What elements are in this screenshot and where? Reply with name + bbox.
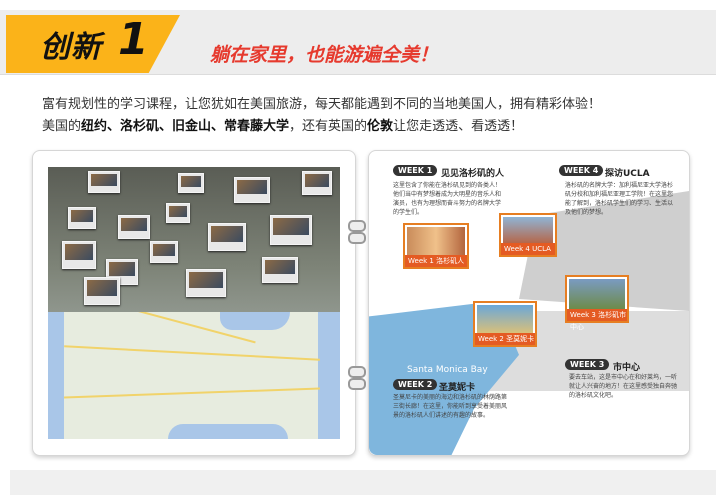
week-4-tag: WEEK 4 <box>559 165 604 176</box>
video-thumb <box>234 177 270 203</box>
east-coast-water <box>318 312 340 439</box>
week-4-photo-label: Week 4 UCLA <box>501 243 555 255</box>
intro-suffix: 让您走透透、看透透！ <box>393 119 524 134</box>
video-thumb <box>208 223 246 251</box>
video-thumb <box>62 241 96 269</box>
week-2-title: 圣莫妮卡 <box>439 383 476 393</box>
intro-mid: ，还有英国的 <box>289 119 368 134</box>
week-4-photo-image <box>503 217 553 243</box>
video-thumb <box>270 215 312 245</box>
week-3-title: 市中心 <box>613 363 641 373</box>
week-1-text: 这里包含了你能在洛杉矶见到的各类人！他们当中有梦想着成为大明星的音乐人和演员，也… <box>393 182 502 216</box>
week-2-photo-image <box>477 305 533 333</box>
week-2-text: 圣莫尼卡的美丽的海边和洛杉矶的林荫路第三街长廊！在这里，你能听到享受着美丽风景的… <box>393 394 508 419</box>
week-2-photo: Week 2 圣莫妮卡 <box>473 301 537 347</box>
week-3-photo-label: Week 3 洛杉矶市中心 <box>567 309 627 331</box>
week-4-title: 探访UCLA <box>605 169 650 179</box>
week-3-text: 要去车站，这是市中心在和好莱坞，一听就让人兴奋的地方！在这里感受独自奔驰的洛杉矶… <box>569 374 678 399</box>
bottom-bar <box>10 470 716 495</box>
highway <box>64 345 320 361</box>
la-map: Santa Monica Bay WEEK 1 见见洛杉矶的人 这里包含了你能在… <box>369 151 689 455</box>
week-2-tag: WEEK 2 <box>393 379 438 390</box>
intro-line-2: 美国的纽约、洛杉矶、旧金山、常春藤大学，还有英国的伦敦让您走透透、看透透！ <box>42 116 601 138</box>
la-map-panel: Santa Monica Bay WEEK 1 见见洛杉矶的人 这里包含了你能在… <box>368 150 690 456</box>
week-3-photo-image <box>569 279 625 309</box>
video-wall-image <box>48 167 340 312</box>
video-thumb <box>150 241 178 263</box>
week-1-title: 见见洛杉矶的人 <box>441 169 505 179</box>
week-4-photo: Week 4 UCLA <box>499 213 557 257</box>
great-lakes <box>220 312 290 330</box>
intro-line-1: 富有规划性的学习课程，让您犹如在美国旅游，每天都能遇到不同的当地美国人，拥有精彩… <box>42 97 602 112</box>
video-thumb <box>186 269 226 297</box>
video-thumb <box>68 207 96 229</box>
sea-label: Santa Monica Bay <box>407 365 488 375</box>
binder-ring <box>348 220 366 232</box>
gulf-water <box>168 424 288 439</box>
video-thumb <box>302 171 332 195</box>
us-map-image <box>48 312 340 439</box>
headline: 躺在家里，也能游遍全美！ <box>210 44 439 66</box>
badge-number: 1 <box>118 14 149 65</box>
intro-london: 伦敦 <box>367 119 394 134</box>
binder-ring <box>348 232 366 244</box>
week-3-photo: Week 3 洛杉矶市中心 <box>565 275 629 331</box>
video-thumb <box>84 277 120 305</box>
week-1-tag: WEEK 1 <box>393 165 438 176</box>
week-4-text: 洛杉矶的名牌大学：加利福尼亚大学洛杉矶分校和加利福尼亚理工学院！在这里您能了解到… <box>565 182 674 216</box>
highway <box>64 387 320 399</box>
intro-cities: 纽约、洛杉矶、旧金山、常春藤大学 <box>81 119 290 134</box>
week-1-photo: Week 1 洛杉矶人 <box>403 223 469 269</box>
video-thumb <box>166 203 190 223</box>
week-1-photo-label: Week 1 洛杉矶人 <box>405 255 467 267</box>
intro-prefix: 美国的 <box>42 119 82 134</box>
video-thumb <box>118 215 150 239</box>
badge-label: 创新 <box>40 30 102 65</box>
week-3-tag: WEEK 3 <box>565 359 610 370</box>
video-thumb <box>88 171 120 193</box>
video-map-panel <box>32 150 356 456</box>
binder-ring <box>348 366 366 378</box>
week-2-photo-label: Week 2 圣莫妮卡 <box>475 333 535 345</box>
binder-ring <box>348 378 366 390</box>
west-coast-water <box>48 312 64 439</box>
intro-text: 富有规划性的学习课程，让您犹如在美国旅游，每天都能遇到不同的当地美国人，拥有精彩… <box>42 94 601 138</box>
video-thumb <box>262 257 298 283</box>
video-thumb <box>178 173 204 193</box>
week-1-photo-image <box>407 227 465 255</box>
